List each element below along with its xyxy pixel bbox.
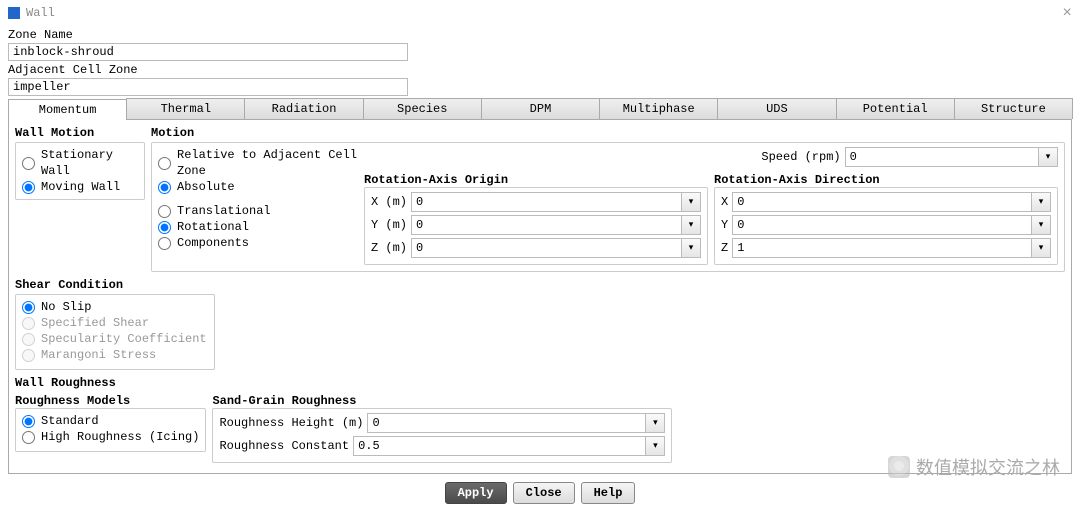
dir-z-label: Z bbox=[721, 241, 728, 255]
roughness-constant-dropdown[interactable]: ▾ bbox=[645, 436, 665, 456]
adjacent-zone-label: Adjacent Cell Zone bbox=[8, 63, 1072, 77]
origin-x-dropdown[interactable]: ▾ bbox=[681, 192, 701, 212]
radio-label: Translational bbox=[177, 203, 271, 219]
radio-label: Specified Shear bbox=[41, 315, 149, 331]
origin-y-label: Y (m) bbox=[371, 218, 407, 232]
dir-y-label: Y bbox=[721, 218, 728, 232]
tab-species[interactable]: Species bbox=[363, 98, 482, 119]
help-button[interactable]: Help bbox=[581, 482, 636, 504]
radio-label: Stationary Wall bbox=[41, 147, 138, 179]
tab-potential[interactable]: Potential bbox=[836, 98, 955, 119]
origin-z-dropdown[interactable]: ▾ bbox=[681, 238, 701, 258]
radio-specified-shear bbox=[22, 317, 35, 330]
app-icon bbox=[8, 7, 20, 19]
tab-dpm[interactable]: DPM bbox=[481, 98, 600, 119]
tab-multiphase[interactable]: Multiphase bbox=[599, 98, 718, 119]
origin-z-label: Z (m) bbox=[371, 241, 407, 255]
radio-marangoni-stress bbox=[22, 349, 35, 362]
tab-radiation[interactable]: Radiation bbox=[244, 98, 363, 119]
rotation-direction-title: Rotation-Axis Direction bbox=[714, 173, 1058, 187]
origin-y-input[interactable] bbox=[411, 215, 681, 235]
radio-label: Moving Wall bbox=[41, 179, 120, 195]
dir-z-dropdown[interactable]: ▾ bbox=[1031, 238, 1051, 258]
close-button[interactable]: Close bbox=[513, 482, 575, 504]
tab-momentum[interactable]: Momentum bbox=[8, 99, 127, 120]
roughness-constant-label: Roughness Constant bbox=[219, 439, 349, 453]
radio-absolute-frame[interactable] bbox=[158, 181, 171, 194]
origin-z-input[interactable] bbox=[411, 238, 681, 258]
motion-title: Motion bbox=[151, 126, 1065, 140]
zone-name-input[interactable] bbox=[8, 43, 408, 61]
dir-y-input[interactable] bbox=[732, 215, 1031, 235]
sand-grain-title: Sand-Grain Roughness bbox=[212, 394, 672, 408]
radio-label: No Slip bbox=[41, 299, 91, 315]
dir-x-input[interactable] bbox=[732, 192, 1031, 212]
zone-name-label: Zone Name bbox=[8, 28, 1072, 42]
dir-z-input[interactable] bbox=[732, 238, 1031, 258]
roughness-models-title: Roughness Models bbox=[15, 394, 206, 408]
origin-y-dropdown[interactable]: ▾ bbox=[681, 215, 701, 235]
speed-label: Speed (rpm) bbox=[581, 150, 840, 164]
radio-label: Marangoni Stress bbox=[41, 347, 156, 363]
radio-label: Absolute bbox=[177, 179, 235, 195]
radio-roughness-icing[interactable] bbox=[22, 431, 35, 444]
radio-specularity-coeff bbox=[22, 333, 35, 346]
radio-relative-frame[interactable] bbox=[158, 157, 171, 170]
wall-motion-title: Wall Motion bbox=[15, 126, 145, 140]
radio-label: Relative to Adjacent Cell Zone bbox=[177, 147, 358, 179]
roughness-height-label: Roughness Height (m) bbox=[219, 416, 363, 430]
close-icon[interactable]: × bbox=[1062, 4, 1072, 22]
origin-x-label: X (m) bbox=[371, 195, 407, 209]
radio-label: Specularity Coefficient bbox=[41, 331, 207, 347]
tab-uds[interactable]: UDS bbox=[717, 98, 836, 119]
roughness-height-input[interactable] bbox=[367, 413, 645, 433]
tabstrip: Momentum Thermal Radiation Species DPM M… bbox=[8, 98, 1072, 120]
roughness-height-dropdown[interactable]: ▾ bbox=[645, 413, 665, 433]
rotation-origin-title: Rotation-Axis Origin bbox=[364, 173, 708, 187]
radio-label: Components bbox=[177, 235, 249, 251]
radio-no-slip[interactable] bbox=[22, 301, 35, 314]
tab-structure[interactable]: Structure bbox=[954, 98, 1073, 119]
radio-moving-wall[interactable] bbox=[22, 181, 35, 194]
radio-stationary-wall[interactable] bbox=[22, 157, 35, 170]
wall-roughness-title: Wall Roughness bbox=[15, 376, 1065, 390]
speed-input[interactable] bbox=[845, 147, 1038, 167]
radio-rotational[interactable] bbox=[158, 221, 171, 234]
radio-label: High Roughness (Icing) bbox=[41, 429, 199, 445]
radio-components[interactable] bbox=[158, 237, 171, 250]
radio-label: Rotational bbox=[177, 219, 249, 235]
window-title: Wall bbox=[26, 6, 55, 20]
radio-roughness-standard[interactable] bbox=[22, 415, 35, 428]
dir-x-dropdown[interactable]: ▾ bbox=[1031, 192, 1051, 212]
radio-translational[interactable] bbox=[158, 205, 171, 218]
dir-y-dropdown[interactable]: ▾ bbox=[1031, 215, 1051, 235]
speed-dropdown[interactable]: ▾ bbox=[1038, 147, 1058, 167]
apply-button[interactable]: Apply bbox=[445, 482, 507, 504]
shear-title: Shear Condition bbox=[15, 278, 1065, 292]
tab-thermal[interactable]: Thermal bbox=[126, 98, 245, 119]
radio-label: Standard bbox=[41, 413, 99, 429]
adjacent-zone-input[interactable] bbox=[8, 78, 408, 96]
dir-x-label: X bbox=[721, 195, 728, 209]
roughness-constant-input[interactable] bbox=[353, 436, 645, 456]
origin-x-input[interactable] bbox=[411, 192, 681, 212]
